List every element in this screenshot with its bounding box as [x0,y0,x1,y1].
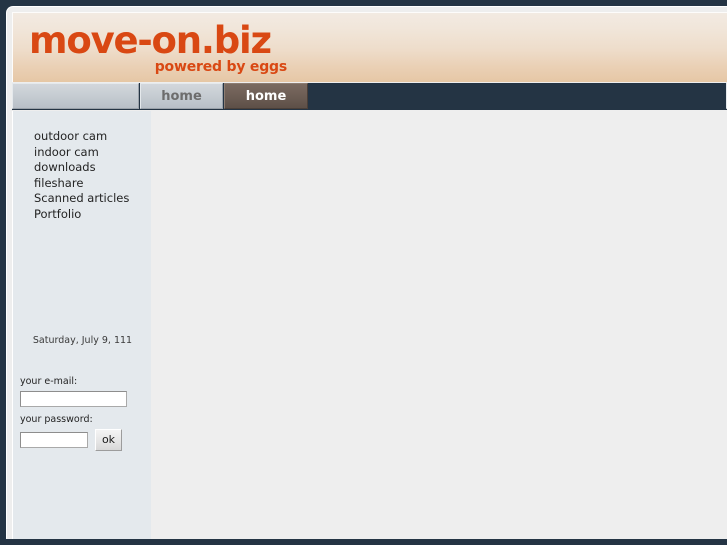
logo-wordmark: move-on.biz [29,19,272,62]
password-row: ok [20,429,152,451]
email-input[interactable] [20,391,127,407]
current-date-text: Saturday, July 9, 111 [32,335,133,346]
sidebar-item-fileshare[interactable]: fileshare [34,176,152,192]
page-frame: move-on.biz powered by eggs home home ou… [6,6,727,539]
email-label: your e-mail: [20,376,78,387]
site-header: move-on.biz powered by eggs [12,12,727,82]
sidebar-item-downloads[interactable]: downloads [34,160,152,176]
login-submit-button[interactable]: ok [95,429,122,451]
sidebar: outdoor cam indoor cam downloads filesha… [12,111,151,539]
site-logo[interactable]: move-on.biz powered by eggs [29,21,289,77]
tab-home-secondary[interactable]: home [224,83,308,109]
sidebar-item-portfolio[interactable]: Portfolio [34,207,152,223]
sidebar-item-outdoor-cam[interactable]: outdoor cam [34,129,152,145]
tab-filler[interactable] [12,83,139,109]
password-input[interactable] [20,432,88,448]
login-form: your e-mail: your password: ok [20,376,152,451]
sidebar-navigation: outdoor cam indoor cam downloads filesha… [34,129,152,222]
main-content-area [151,111,727,539]
sidebar-item-indoor-cam[interactable]: indoor cam [34,145,152,161]
tab-bar: home home [12,83,727,110]
password-label: your password: [20,414,93,425]
content-row: outdoor cam indoor cam downloads filesha… [12,111,727,539]
tab-home-primary[interactable]: home [140,83,223,109]
sidebar-item-scanned-articles[interactable]: Scanned articles [34,191,152,207]
